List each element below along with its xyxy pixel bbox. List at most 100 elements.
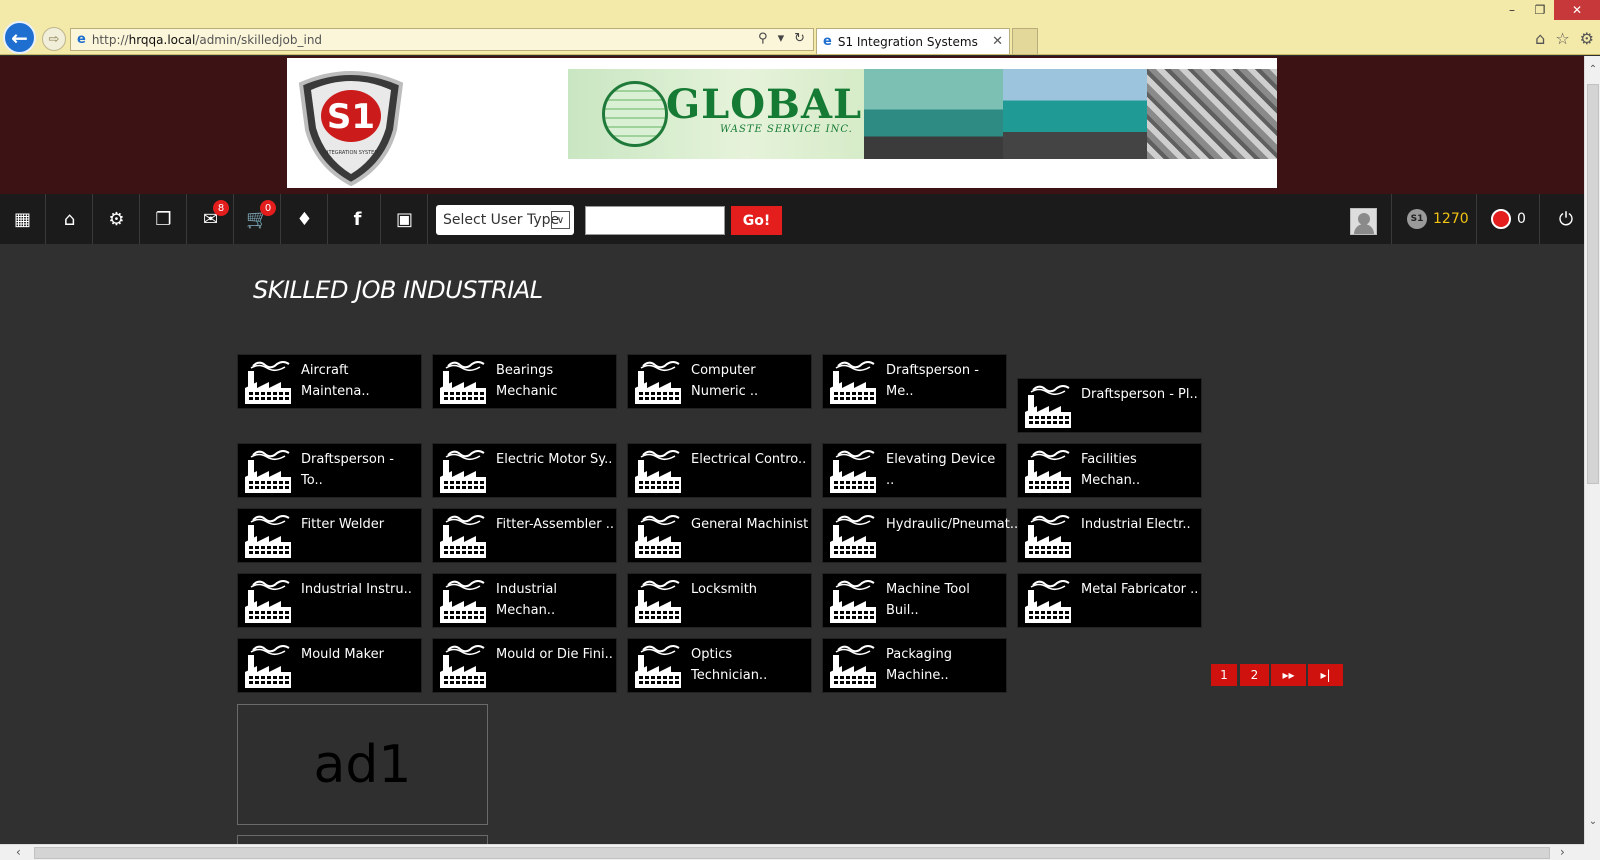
page-1-button[interactable]: 1 [1211,664,1237,686]
factory-icon [440,515,486,558]
ad-banner[interactable]: ad1 [237,704,488,825]
job-tile[interactable]: Elevating Device .. [822,443,1007,498]
points-display[interactable]: S1 1270 [1407,194,1469,244]
divider [1476,194,1477,244]
job-label: Facilities Mechan.. [1081,452,1141,488]
job-tile[interactable]: Hydraulic/Pneumat.. [822,508,1018,563]
settings-button[interactable]: ⚙ [94,194,140,244]
fast-forward-icon[interactable]: ▸▸ [1271,664,1306,686]
avatar[interactable] [1350,208,1377,235]
job-tile[interactable]: Computer Numeric .. [627,354,812,409]
job-tile[interactable]: Fitter Welder [237,508,422,563]
home-icon[interactable]: ⌂ [1535,29,1545,48]
scroll-up-icon[interactable]: ⌃ [1587,64,1599,75]
dropdown-icon[interactable]: ▾ [778,31,785,46]
factory-icon [440,580,486,623]
job-tile[interactable]: Mould Maker [237,638,422,693]
job-tile[interactable]: General Machinist [627,508,812,563]
close-window-icon[interactable]: ✕ [1554,0,1600,20]
chat-button[interactable]: ❐ [141,194,187,244]
arrow-right-icon: ⇨ [48,31,60,47]
job-tile[interactable]: Metal Fabricator .. [1017,573,1202,628]
settings-gear-icon[interactable]: ⚙ [1580,29,1594,48]
job-tile[interactable]: Draftsperson - Pl.. [1017,378,1202,433]
job-tile[interactable]: Optics Technician.. [627,638,812,693]
close-tab-icon[interactable]: ✕ [992,34,1003,49]
job-tile[interactable]: Industrial Mechan.. [432,573,617,628]
s1-shield-logo[interactable]: S1 INTEGRATION SYSTEM [293,66,409,186]
factory-icon [440,361,486,404]
job-tile[interactable]: Draftsperson - Me.. [822,354,1007,409]
job-tile[interactable]: Industrial Electr.. [1017,508,1202,563]
job-tile[interactable]: Electrical Contro.. [627,443,812,498]
main-toolbar: ▦ ⌂ ⚙ ❐ ✉ 8 🛒 0 ♦ f ▣ [0,194,1584,244]
job-tile[interactable]: Machine Tool Buil.. [822,573,1007,628]
refresh-icon[interactable]: ↻ [794,31,805,46]
job-label: Bearings Mechanic [496,363,558,399]
graduation-cap-icon: ♦ [296,208,313,230]
page-2-button[interactable]: 2 [1240,664,1269,686]
job-tile[interactable]: Draftsperson - To.. [237,443,422,498]
instagram-button[interactable]: ▣ [382,194,428,244]
user-type-value: Select User Type [443,212,560,228]
factory-icon [830,361,876,404]
go-button[interactable]: Go! [731,206,782,235]
new-tab-button[interactable] [1012,28,1038,54]
messages-badge: 8 [213,200,229,216]
job-tile[interactable]: Facilities Mechan.. [1017,443,1202,498]
scroll-down-icon[interactable]: ⌄ [1587,816,1599,827]
browser-chrome: ← ⇨ e http://hrqqa.local/admin/skilledjo… [0,0,1600,55]
scroll-left-icon[interactable]: ‹ [16,845,21,859]
scroll-right-icon[interactable]: › [1560,845,1565,859]
vertical-scrollbar[interactable]: ⌃ ⌄ [1584,56,1600,844]
search-icon[interactable]: ⚲ [758,31,768,46]
job-tile[interactable]: Electric Motor Sy.. [432,443,617,498]
job-tile[interactable]: Aircraft Maintena.. [237,354,422,409]
vertical-scroll-thumb[interactable] [1587,84,1599,484]
minimize-icon[interactable]: – [1498,0,1526,20]
factory-icon [830,515,876,558]
job-tile[interactable]: Locksmith [627,573,812,628]
facebook-button[interactable]: f [335,194,381,244]
search-input[interactable] [585,206,725,235]
chevron-down-icon: ∨ [551,211,570,229]
job-tile[interactable]: Bearings Mechanic [432,354,617,409]
job-label: Draftsperson - Pl.. [1081,387,1198,402]
job-tile[interactable]: Mould or Die Fini.. [432,638,617,693]
logout-button[interactable]: ⏻ [1548,194,1584,244]
restore-icon[interactable]: ❐ [1526,0,1554,20]
truck-photo-1 [864,69,1004,159]
messages-button[interactable]: ✉ 8 [188,194,234,244]
factory-icon [635,645,681,688]
user-type-select[interactable]: Select User Type ∨ [436,205,574,235]
factory-icon [635,450,681,493]
arrow-left-icon: ← [11,25,28,50]
divider [1391,194,1392,244]
sponsor-banner[interactable]: GLOBAL WASTE SERVICE INC. [568,69,1277,159]
factory-icon [1025,450,1071,493]
window-controls: – ❐ ✕ [1498,0,1600,20]
grid-icon: ▦ [13,208,31,230]
horizontal-scrollbar[interactable]: ‹ › [0,844,1584,860]
favorites-star-icon[interactable]: ☆ [1555,29,1569,48]
skip-to-end-icon[interactable]: ▸| [1308,664,1343,686]
banner-title: GLOBAL [666,81,863,128]
job-tile[interactable]: Industrial Instru.. [237,573,422,628]
address-bar[interactable]: e http://hrqqa.local/admin/skilledjob_in… [70,28,814,51]
education-button[interactable]: ♦ [282,194,328,244]
job-tile[interactable]: Fitter-Assembler .. [432,508,617,563]
tab-s1-integration[interactable]: e S1 Integration Systems ✕ [816,28,1010,54]
factory-icon [1025,515,1071,558]
url-prefix: http:// [91,32,129,47]
cart-button[interactable]: 🛒 0 [235,194,281,244]
forward-button[interactable]: ⇨ [42,27,66,51]
factory-icon [1025,580,1071,623]
chat-icon: ❐ [155,208,172,230]
job-tile[interactable]: Packaging Machine.. [822,638,1007,693]
horizontal-scroll-thumb[interactable] [34,847,1550,859]
alerts-display[interactable]: 0 [1491,194,1526,244]
home-button[interactable]: ⌂ [47,194,93,244]
apps-grid-button[interactable]: ▦ [0,194,46,244]
points-value: 1270 [1433,211,1469,227]
back-button[interactable]: ← [3,21,36,54]
